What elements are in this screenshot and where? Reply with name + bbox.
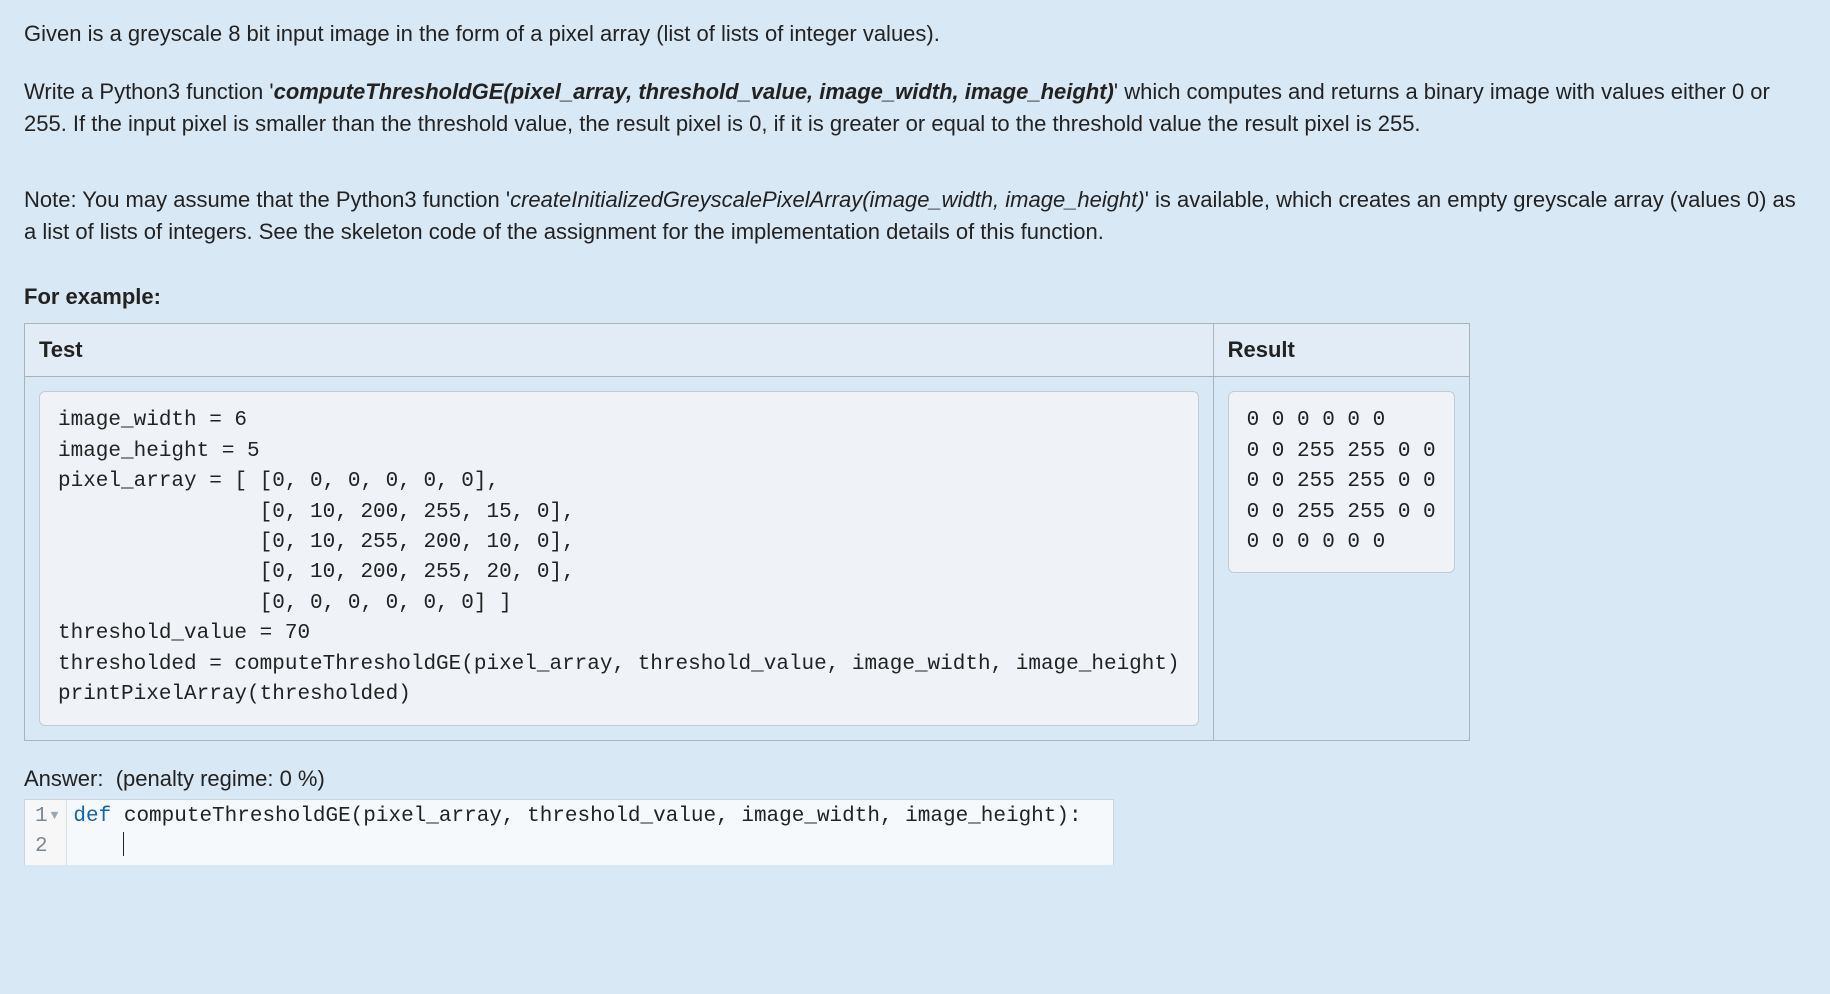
table-header-result: Result xyxy=(1213,324,1469,377)
editor-content[interactable]: def computeThresholdGE(pixel_array, thre… xyxy=(67,800,1087,865)
function-signature-code: computeThresholdGE(pixel_array, threshol… xyxy=(111,805,1081,828)
table-row: image_width = 6 image_height = 5 pixel_a… xyxy=(25,377,1469,739)
editor-gutter: 1▼ 2▼ xyxy=(25,800,67,865)
table-header-test: Test xyxy=(25,324,1213,377)
prompt-paragraph-2: Write a Python3 function 'computeThresho… xyxy=(24,76,1806,140)
penalty-regime: (penalty regime: 0 %) xyxy=(116,766,325,791)
question-container: Given is a greyscale 8 bit input image i… xyxy=(0,0,1830,865)
fold-arrow-icon[interactable]: ▼ xyxy=(51,807,59,826)
code-editor[interactable]: 1▼ 2▼ def computeThresholdGE(pixel_array… xyxy=(24,799,1114,865)
line-number-2: 2 xyxy=(35,835,48,858)
helper-function-italic: createInitializedGreyscalePixelArray(ima… xyxy=(510,187,1145,212)
for-example-heading: For example: xyxy=(24,281,1806,313)
prompt-paragraph-note: Note: You may assume that the Python3 fu… xyxy=(24,184,1806,248)
answer-label-line: Answer: (penalty regime: 0 %) xyxy=(24,763,1806,795)
answer-label: Answer: xyxy=(24,766,103,791)
text: Note: You may assume that the Python3 fu… xyxy=(24,187,510,212)
test-code-block: image_width = 6 image_height = 5 pixel_a… xyxy=(39,391,1199,725)
result-code-block: 0 0 0 0 0 0 0 0 255 255 0 0 0 0 255 255 … xyxy=(1228,391,1455,573)
prompt-paragraph-1: Given is a greyscale 8 bit input image i… xyxy=(24,18,1806,50)
line-number-1: 1 xyxy=(35,805,48,828)
keyword-def: def xyxy=(73,805,111,828)
function-signature-bold: computeThresholdGE(pixel_array, threshol… xyxy=(274,79,1114,104)
text-cursor xyxy=(123,832,125,856)
text: Write a Python3 function ' xyxy=(24,79,274,104)
example-table: Test Result image_width = 6 image_height… xyxy=(24,323,1470,740)
